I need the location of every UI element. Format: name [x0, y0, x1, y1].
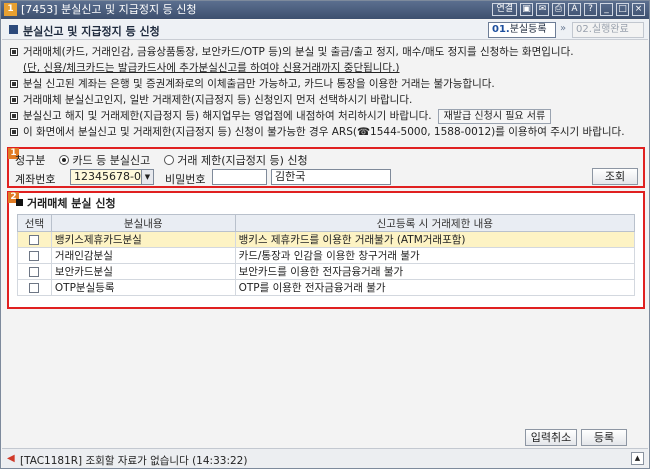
- minimize-icon[interactable]: _: [600, 3, 613, 16]
- chevron-up-icon[interactable]: ▲: [631, 452, 644, 465]
- select-cell: [17, 279, 52, 296]
- table-row[interactable]: 거래인감분실 카드/통장과 인감을 이용한 창구거래 불가: [17, 247, 636, 264]
- item-cell: 뱅키스제휴카드분실: [50, 231, 236, 248]
- account-row: 계좌번호 12345678-01 ▼ 비밀번호 김한국 조회: [15, 168, 641, 186]
- request-type-label: 청구분: [15, 154, 46, 167]
- column-header-restriction: 신고등록 시 거래제한 내용: [234, 214, 636, 232]
- item-cell: OTP분실등록: [50, 279, 236, 296]
- search-button[interactable]: 조회: [592, 168, 638, 185]
- mail-icon[interactable]: ✉: [536, 3, 549, 16]
- table-header-row: 선택 분실내용 신고등록 시 거래제한 내용: [17, 214, 636, 232]
- row-checkbox[interactable]: [29, 234, 40, 245]
- restriction-cell: 보안카드를 이용한 전자금융거래 불가: [234, 263, 636, 280]
- notice-text: 분실 신고된 계좌는 은행 및 증권계좌로의 이체출금만 가능하고, 카드나 통…: [23, 78, 495, 90]
- notice-subnote: (단, 신용/체크카드는 발급카드사에 추가분실신고를 하여야 신용거래까지 중…: [9, 61, 645, 77]
- step-separator: »: [560, 23, 567, 34]
- step-1-label: 분실등록: [509, 24, 547, 35]
- column-header-select: 선택: [17, 214, 52, 232]
- account-holder-name: 김한국: [271, 169, 391, 185]
- password-label: 비밀번호: [165, 173, 206, 186]
- screen-header: 분실신고 및 지급정지 등 신청 01.분실등록 » 02.실행완료: [2, 20, 648, 40]
- table-row[interactable]: 뱅키스제휴카드분실 뱅키스 제휴카드를 이용한 거래불가 (ATM거래포함): [17, 231, 636, 248]
- password-input[interactable]: [212, 169, 267, 185]
- item-cell: 보안카드분실: [50, 263, 236, 280]
- loss-request-section: 2 거래매체 분실 신청 선택 분실내용 신고등록 시 거래제한 내용 뱅키스제…: [7, 191, 645, 309]
- account-value: 12345678-01: [74, 170, 148, 183]
- window-number-badge: 1: [4, 3, 17, 16]
- card-loss-label[interactable]: 카드 등 분실신고: [72, 152, 150, 168]
- restriction-cell: 뱅키스 제휴카드를 이용한 거래불가 (ATM거래포함): [234, 231, 636, 248]
- status-message: [TAC1181R] 조회할 자료가 없습니다 (14:33:22): [20, 455, 248, 467]
- transaction-limit-label[interactable]: 거래 제한(지급정지 등) 신청: [177, 152, 307, 168]
- account-select[interactable]: 12345678-01 ▼: [70, 169, 154, 185]
- link-button[interactable]: 연결: [492, 3, 517, 16]
- notice-item: 분실신고 해지 및 거래제한(지급정지 등) 해지업무는 영업점에 내점하여 처…: [9, 109, 645, 125]
- window-title: [7453] 분실신고 및 지급정지 등 신청: [21, 3, 197, 16]
- chevron-down-icon[interactable]: ▼: [141, 170, 153, 184]
- bullet-icon: [10, 80, 18, 88]
- select-cell: [17, 247, 52, 264]
- notice-text: 이 화면에서 분실신고 및 거래제한(지급정지 등) 신청이 불가능한 경우 A…: [23, 126, 625, 138]
- step-1-number: 01.: [492, 24, 510, 35]
- notice-item: 거래매체(카드, 거래인감, 금융상품통장, 보안카드/OTP 등)의 분실 및…: [9, 45, 645, 61]
- bullet-icon: [10, 128, 18, 136]
- header-square-icon: [9, 25, 18, 34]
- request-section: 1 청구분 카드 등 분실신고 거래 제한(지급정지 등) 신청 계좌번호 12…: [7, 147, 645, 188]
- item-cell: 거래인감분실: [50, 247, 236, 264]
- row-checkbox[interactable]: [29, 266, 40, 277]
- notice-item: 거래매체 분실신고인지, 일반 거래제한(지급정지 등) 신청인지 먼저 선택하…: [9, 93, 645, 109]
- table-row[interactable]: 보안카드분실 보안카드를 이용한 전자금융거래 불가: [17, 263, 636, 280]
- close-icon[interactable]: ×: [632, 3, 645, 16]
- table-row[interactable]: OTP분실등록 OTP를 이용한 전자금융거래 불가: [17, 279, 636, 296]
- font-up-icon[interactable]: A: [568, 3, 581, 16]
- step-2-number: 02.: [576, 24, 592, 35]
- status-bar: ◀ [TAC1181R] 조회할 자료가 없습니다 (14:33:22) ▲: [2, 448, 648, 468]
- account-label: 계좌번호: [15, 173, 56, 186]
- register-button[interactable]: 등록: [581, 429, 627, 446]
- app-window: 1 [7453] 분실신고 및 지급정지 등 신청 연결 ▣ ✉ ⎙ A ? _…: [0, 0, 650, 469]
- speaker-icon: ◀: [7, 453, 15, 464]
- section-title: 거래매체 분실 신청: [16, 195, 116, 211]
- reset-button[interactable]: 입력취소: [525, 429, 577, 446]
- select-cell: [17, 231, 52, 248]
- row-checkbox[interactable]: [29, 282, 40, 293]
- restriction-cell: OTP를 이용한 전자금융거래 불가: [234, 279, 636, 296]
- notice-text: 거래매체 분실신고인지, 일반 거래제한(지급정지 등) 신청인지 먼저 선택하…: [23, 94, 413, 106]
- notice-text: 거래매체(카드, 거래인감, 금융상품통장, 보안카드/OTP 등)의 분실 및…: [23, 46, 574, 58]
- notice-text: (단, 신용/체크카드는 발급카드사에 추가분실신고를 하여야 신용거래까지 중…: [23, 62, 400, 74]
- loss-items-table: 선택 분실내용 신고등록 시 거래제한 내용 뱅키스제휴카드분실 뱅키스 제휴카…: [17, 214, 636, 296]
- request-type-row: 청구분 카드 등 분실신고 거래 제한(지급정지 등) 신청: [15, 152, 308, 168]
- lock-icon[interactable]: ▣: [520, 3, 533, 16]
- notice-list: 거래매체(카드, 거래인감, 금융상품통장, 보안카드/OTP 등)의 분실 및…: [9, 45, 645, 141]
- step-1-indicator: 01.분실등록: [488, 22, 556, 38]
- notice-text: 분실신고 해지 및 거래제한(지급정지 등) 해지업무는 영업점에 내점하여 처…: [23, 110, 432, 122]
- row-checkbox[interactable]: [29, 250, 40, 261]
- bullet-icon: [10, 112, 18, 120]
- column-header-item: 분실내용: [50, 214, 236, 232]
- card-loss-radio[interactable]: [59, 155, 70, 165]
- title-bar: 1 [7453] 분실신고 및 지급정지 등 신청 연결 ▣ ✉ ⎙ A ? _…: [1, 1, 649, 19]
- step-2-label: 실행완료: [591, 24, 629, 35]
- step-2-indicator: 02.실행완료: [572, 22, 644, 38]
- square-bullet-icon: [16, 199, 23, 206]
- bullet-icon: [10, 48, 18, 56]
- restriction-cell: 카드/통장과 인감을 이용한 창구거래 불가: [234, 247, 636, 264]
- notice-item: 분실 신고된 계좌는 은행 및 증권계좌로의 이체출금만 가능하고, 카드나 통…: [9, 77, 645, 93]
- page-title: 분실신고 및 지급정지 등 신청: [23, 25, 160, 38]
- maximize-icon[interactable]: □: [616, 3, 629, 16]
- transaction-limit-radio[interactable]: [164, 155, 175, 165]
- select-cell: [17, 263, 52, 280]
- reissue-documents-button[interactable]: 재발급 신청시 필요 서류: [437, 109, 552, 124]
- print-icon[interactable]: ⎙: [552, 3, 565, 16]
- notice-item: 이 화면에서 분실신고 및 거래제한(지급정지 등) 신청이 불가능한 경우 A…: [9, 125, 645, 141]
- help-icon[interactable]: ?: [584, 3, 597, 16]
- section-title-text: 거래매체 분실 신청: [27, 197, 116, 210]
- bullet-icon: [10, 96, 18, 104]
- title-bar-tools: 연결 ▣ ✉ ⎙ A ? _ □ ×: [492, 3, 645, 16]
